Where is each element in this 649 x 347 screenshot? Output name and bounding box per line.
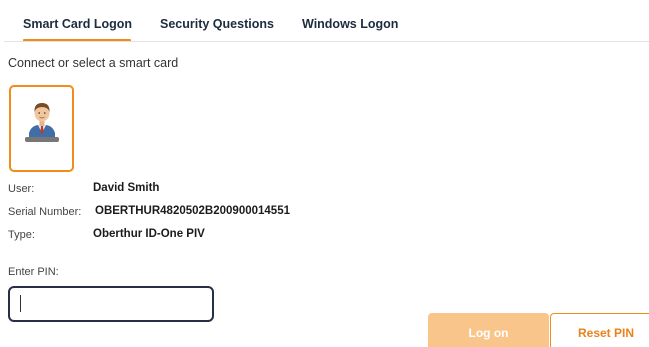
smart-card-logon-panel: Smart Card Logon Security Questions Wind… (0, 0, 649, 347)
logon-tabs: Smart Card Logon Security Questions Wind… (0, 0, 649, 42)
user-label: User: (8, 183, 35, 195)
reset-pin-button[interactable]: Reset PIN (550, 313, 649, 347)
user-avatar-icon (29, 103, 55, 139)
serial-number-label: Serial Number: (8, 206, 82, 218)
pin-input[interactable] (8, 286, 214, 322)
tab-security-questions[interactable]: Security Questions (160, 0, 274, 42)
tab-windows-logon[interactable]: Windows Logon (302, 0, 398, 42)
tabs-divider (4, 41, 649, 42)
connect-card-prompt: Connect or select a smart card (8, 56, 179, 70)
type-label: Type: (8, 229, 35, 241)
smart-card-tile[interactable] (9, 85, 74, 172)
type-value: Oberthur ID-One PIV (93, 228, 205, 240)
serial-number-value: OBERTHUR4820502B200900014551 (95, 205, 290, 217)
card-reader-slot-icon (25, 137, 59, 142)
pin-label: Enter PIN: (8, 266, 59, 278)
tab-smart-card-logon[interactable]: Smart Card Logon (23, 0, 132, 42)
user-value: David Smith (93, 182, 160, 194)
log-on-button[interactable]: Log on (428, 313, 549, 347)
text-caret (20, 295, 21, 312)
